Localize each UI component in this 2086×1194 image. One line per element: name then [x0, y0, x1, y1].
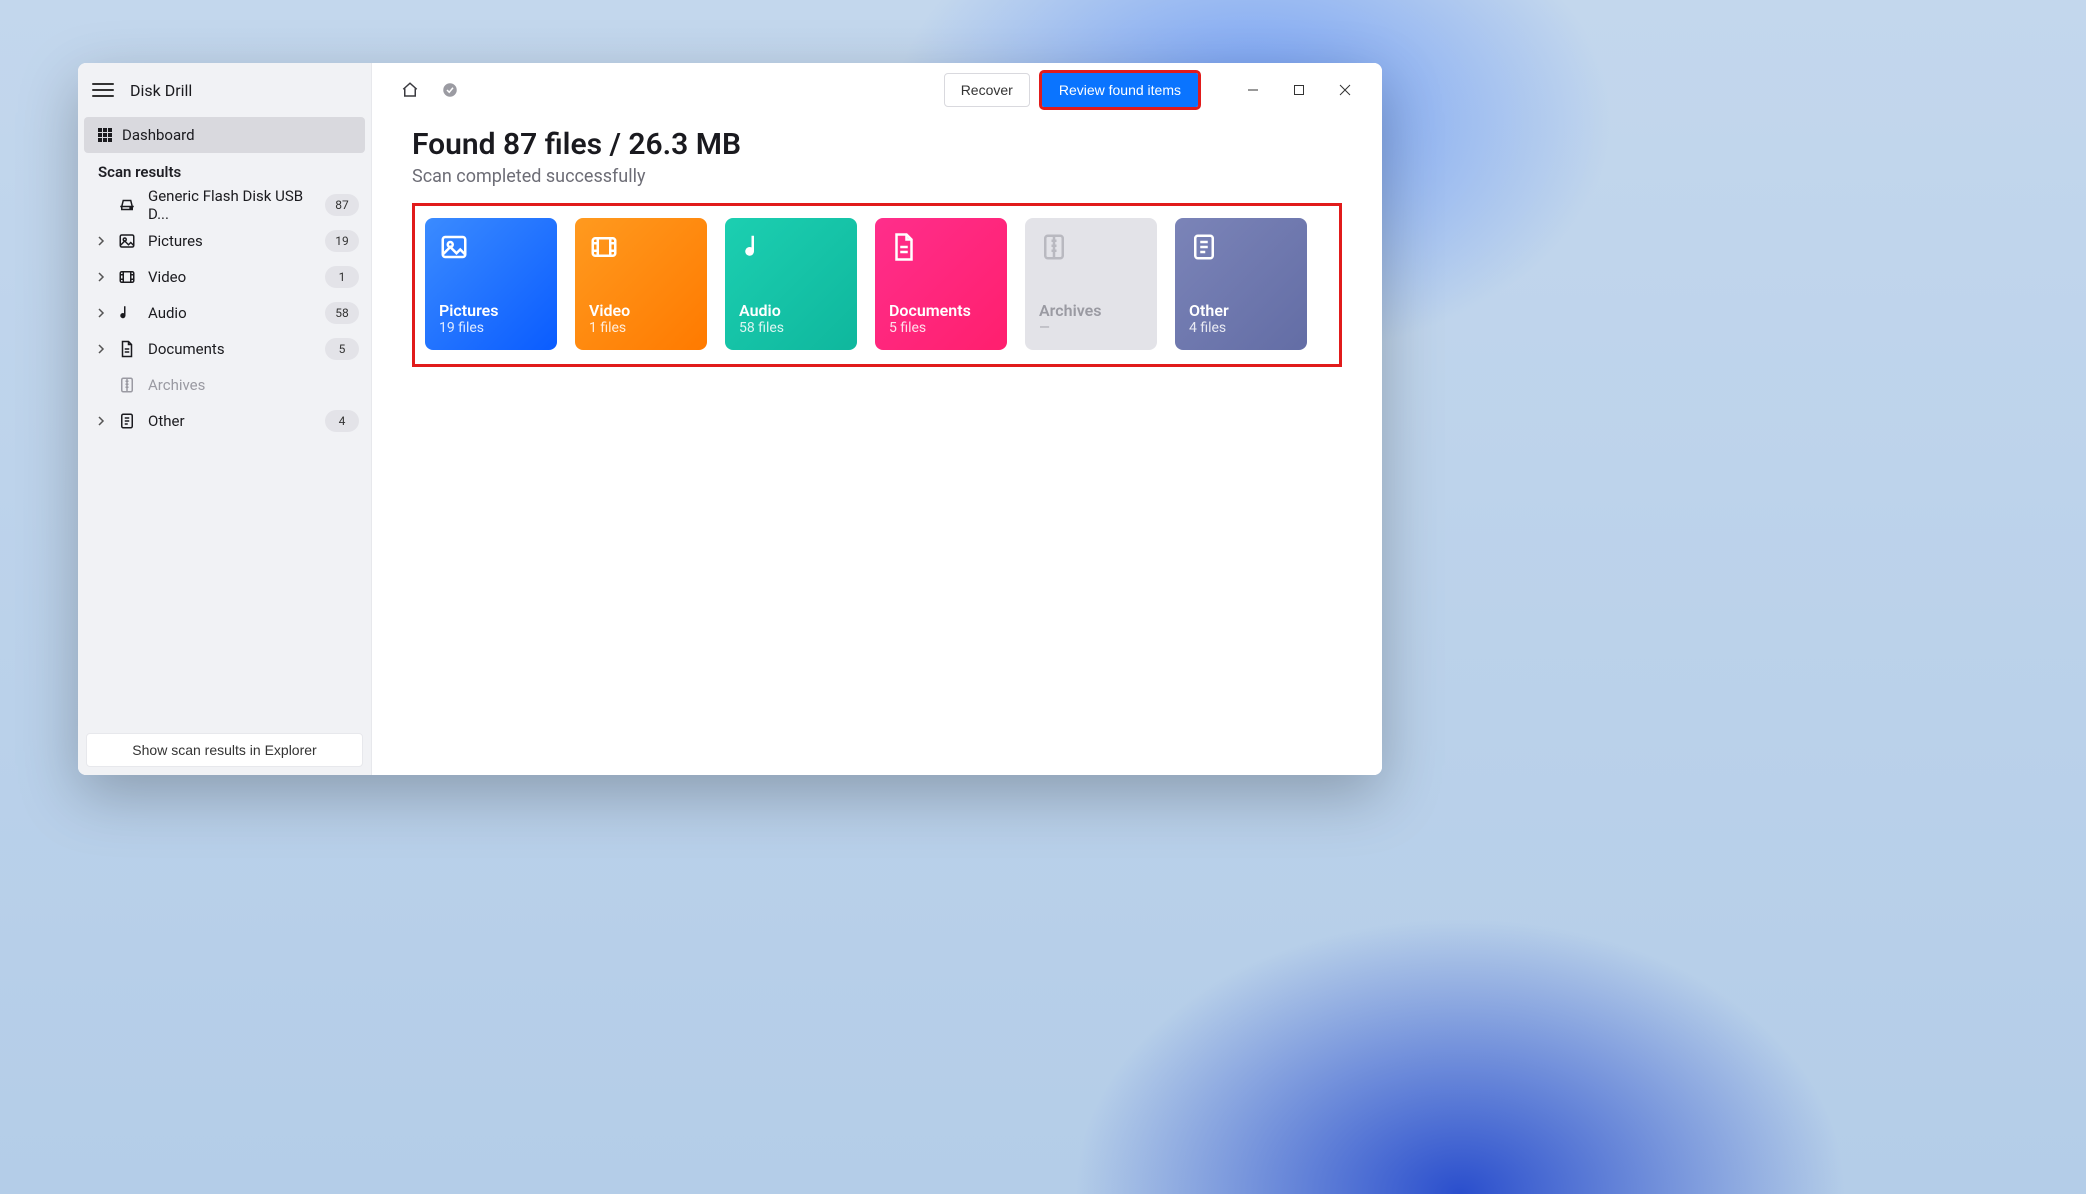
archive-icon — [118, 376, 136, 394]
tile-label: Archives — [1039, 301, 1143, 320]
close-button[interactable] — [1322, 70, 1368, 110]
maximize-icon — [1293, 84, 1305, 96]
document-icon — [118, 340, 136, 358]
count-badge: 1 — [325, 266, 359, 288]
video-icon — [118, 268, 136, 286]
sidebar-section-title: Scan results — [78, 153, 371, 187]
sidebar-item-audio[interactable]: Audio 58 — [78, 295, 371, 331]
page-subtitle: Scan completed successfully — [412, 166, 1342, 187]
tile-sub: 58 files — [739, 320, 843, 336]
audio-icon — [118, 304, 136, 322]
sidebar-item-video[interactable]: Video 1 — [78, 259, 371, 295]
content-area: Found 87 files / 26.3 MB Scan completed … — [372, 117, 1382, 387]
sidebar-item-label: Other — [148, 412, 185, 430]
category-tiles: Pictures 19 files Video 1 files Audio 58… — [412, 203, 1342, 367]
show-in-explorer-button[interactable]: Show scan results in Explorer — [86, 733, 363, 767]
chevron-right-icon — [96, 308, 106, 318]
tile-label: Other — [1189, 301, 1293, 320]
sidebar-item-label: Documents — [148, 340, 225, 358]
count-badge: 87 — [325, 194, 359, 216]
page-title: Found 87 files / 26.3 MB — [412, 127, 1342, 162]
sidebar-item-device[interactable]: Generic Flash Disk USB D... 87 — [78, 187, 371, 223]
dashboard-icon — [96, 126, 114, 144]
tile-sub: 4 files — [1189, 320, 1293, 336]
home-icon — [401, 81, 419, 99]
tile-label: Documents — [889, 301, 993, 320]
close-icon — [1339, 84, 1351, 96]
sidebar-item-pictures[interactable]: Pictures 19 — [78, 223, 371, 259]
hamburger-icon[interactable] — [90, 77, 116, 103]
tile-documents[interactable]: Documents 5 files — [875, 218, 1007, 350]
chevron-right-icon — [96, 236, 106, 246]
sidebar-item-label: Dashboard — [122, 126, 195, 144]
other-icon — [1189, 232, 1219, 262]
titlebar: Recover Review found items — [372, 63, 1382, 117]
window-controls — [1230, 70, 1368, 110]
other-icon — [118, 412, 136, 430]
count-badge: 4 — [325, 410, 359, 432]
maximize-button[interactable] — [1276, 70, 1322, 110]
tile-sub: 19 files — [439, 320, 543, 336]
sidebar-item-label: Audio — [148, 304, 187, 322]
tile-pictures[interactable]: Pictures 19 files — [425, 218, 557, 350]
sidebar-item-label: Pictures — [148, 232, 203, 250]
video-icon — [589, 232, 619, 262]
tile-other[interactable]: Other 4 files — [1175, 218, 1307, 350]
home-button[interactable] — [396, 76, 424, 104]
picture-icon — [118, 232, 136, 250]
minimize-button[interactable] — [1230, 70, 1276, 110]
picture-icon — [439, 232, 469, 262]
count-badge: 58 — [325, 302, 359, 324]
document-icon — [889, 232, 919, 262]
app-window: Disk Drill Dashboard Scan results Generi… — [78, 63, 1382, 775]
tile-label: Video — [589, 301, 693, 320]
sidebar-item-label: Video — [148, 268, 186, 286]
chevron-right-icon — [96, 344, 106, 354]
sidebar-item-archives: Archives — [78, 367, 371, 403]
sidebar-footer: Show scan results in Explorer — [78, 725, 371, 775]
tile-video[interactable]: Video 1 files — [575, 218, 707, 350]
count-badge: 5 — [325, 338, 359, 360]
sidebar-item-label: Archives — [148, 376, 205, 394]
count-badge: 19 — [325, 230, 359, 252]
minimize-icon — [1247, 84, 1259, 96]
audio-icon — [739, 232, 769, 262]
sidebar-item-documents[interactable]: Documents 5 — [78, 331, 371, 367]
app-title: Disk Drill — [130, 81, 192, 100]
scan-status-button[interactable] — [436, 76, 464, 104]
recover-button[interactable]: Recover — [944, 73, 1030, 107]
sidebar-item-label: Generic Flash Disk USB D... — [148, 187, 325, 223]
archive-icon — [1039, 232, 1069, 262]
checkmark-circle-icon — [441, 81, 459, 99]
tile-label: Audio — [739, 301, 843, 320]
chevron-right-icon — [96, 416, 106, 426]
sidebar-header: Disk Drill — [78, 63, 371, 117]
sidebar: Disk Drill Dashboard Scan results Generi… — [78, 63, 372, 775]
sidebar-item-other[interactable]: Other 4 — [78, 403, 371, 439]
main-panel: Recover Review found items — [372, 63, 1382, 775]
tile-audio[interactable]: Audio 58 files — [725, 218, 857, 350]
drive-icon — [118, 196, 136, 214]
tile-label: Pictures — [439, 301, 543, 320]
tile-sub: — — [1039, 320, 1143, 336]
chevron-right-icon — [96, 272, 106, 282]
tile-archives: Archives — — [1025, 218, 1157, 350]
sidebar-item-dashboard[interactable]: Dashboard — [84, 117, 365, 153]
review-found-items-button[interactable]: Review found items — [1042, 73, 1198, 107]
tile-sub: 5 files — [889, 320, 993, 336]
tile-sub: 1 files — [589, 320, 693, 336]
